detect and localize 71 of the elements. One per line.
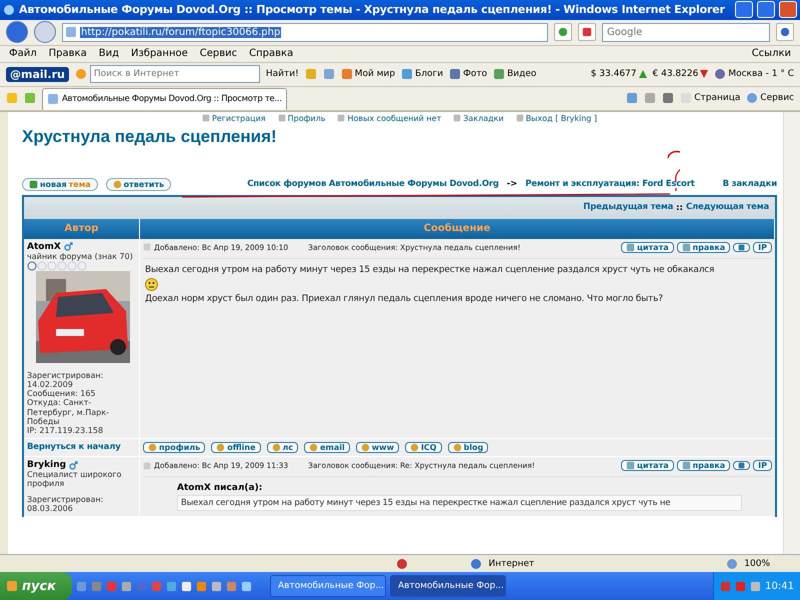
quote-button[interactable]: цитата bbox=[621, 460, 674, 472]
author-name[interactable]: Bryking bbox=[27, 460, 66, 470]
command-button[interactable]: Страница bbox=[680, 92, 740, 104]
nav-separator: :: bbox=[676, 202, 683, 213]
menu-item[interactable]: Правка bbox=[46, 48, 90, 60]
back-to-top-link[interactable]: Вернуться к началу bbox=[27, 442, 136, 453]
mail-logo[interactable]: @mail.ru bbox=[6, 66, 69, 82]
toolbar-item[interactable]: Фото bbox=[449, 68, 488, 80]
bookmark-link[interactable]: В закладки bbox=[722, 178, 777, 190]
zoom-level[interactable]: 100% bbox=[744, 558, 770, 569]
toolbar-item[interactable]: Блоги bbox=[401, 68, 444, 80]
browser-tab[interactable]: Автомобильные Форумы Dovod.Org :: Просмотр те... bbox=[42, 88, 287, 110]
quote-author: AtomX писал(а): bbox=[177, 483, 264, 494]
breadcrumb-separator: -> bbox=[506, 179, 518, 190]
currency-rate: € 43.8226 bbox=[652, 69, 708, 80]
menu-item[interactable]: Файл bbox=[6, 48, 40, 60]
find-button[interactable]: Найти! bbox=[266, 69, 299, 80]
toolbar-item[interactable]: Мой мир bbox=[340, 68, 396, 80]
top-link[interactable]: Регистрация bbox=[202, 114, 266, 123]
taskbar-window[interactable]: Автомобильные Фор... bbox=[390, 575, 506, 597]
user-info: Откуда: Санкт-Петербург, м.Парк-Победы bbox=[27, 398, 110, 426]
web-search-field[interactable]: Поиск в Интернет bbox=[90, 65, 260, 84]
taskbar-window[interactable]: Автомобильные Фор... bbox=[270, 575, 386, 597]
top-link[interactable]: Профиль bbox=[278, 114, 326, 123]
weather-item[interactable]: Москва - 1 ° C bbox=[714, 68, 794, 80]
command-button[interactable]: Сервис bbox=[746, 92, 794, 104]
menu-item[interactable]: Справка bbox=[246, 48, 296, 60]
user-info: IP: 217.119.23.158 bbox=[27, 426, 104, 436]
links-label[interactable]: Ссылки bbox=[748, 48, 794, 60]
top-link[interactable]: Выход [ Bryking ] bbox=[516, 114, 598, 123]
reply-button[interactable]: ответить bbox=[106, 178, 172, 191]
menu-item[interactable]: Вид bbox=[96, 48, 122, 60]
security-zone: Интернет bbox=[488, 558, 534, 569]
ip-button[interactable]: IP bbox=[753, 242, 772, 253]
profile-button[interactable]: профиль bbox=[143, 442, 206, 454]
profile-button[interactable]: email bbox=[304, 442, 350, 454]
breadcrumb-link[interactable]: Список форумов Автомобильные Форумы Dovod.Org bbox=[247, 178, 499, 190]
next-topic-link[interactable]: Следующая тема bbox=[686, 202, 769, 213]
post-text: Доехал норм хруст был один раз. Приехал глянул педаль сцепления вроде ничего не сломано. Что могло быть? bbox=[145, 294, 664, 304]
user-info: Зарегистрирован: 08.03.2006 bbox=[27, 494, 104, 513]
menu-item[interactable]: Избранное bbox=[128, 48, 191, 60]
new-topic-button[interactable]: новая тема bbox=[22, 178, 98, 191]
profile-button[interactable]: лс bbox=[266, 442, 298, 454]
profile-button[interactable]: blog bbox=[448, 442, 488, 454]
previous-topic-link[interactable]: Предыдущая тема bbox=[583, 202, 674, 213]
top-link[interactable]: Закладки bbox=[453, 114, 504, 123]
toolbar-item[interactable]: Видео bbox=[493, 68, 536, 80]
top-link[interactable]: Новых сообщений нет bbox=[337, 114, 442, 123]
edit-button[interactable]: правка bbox=[676, 242, 730, 253]
start-button[interactable]: пуск bbox=[0, 572, 72, 600]
edit-button[interactable]: правка bbox=[676, 460, 730, 472]
search-field[interactable]: Google bbox=[602, 22, 770, 42]
window-title: Автомобильные Форумы Dovod.Org :: Просмотр темы - Хрустнула педаль сцепления! - Windows Internet Explorer bbox=[19, 3, 726, 16]
ip-button[interactable]: IP bbox=[753, 460, 772, 472]
author-name[interactable]: AtomX bbox=[27, 242, 61, 252]
profile-button[interactable]: offline bbox=[211, 442, 261, 454]
breadcrumb-link[interactable]: Ремонт и эксплуатация: Ford Escort bbox=[525, 178, 695, 190]
topic-title: Хрустнула педаль сцепления! bbox=[22, 126, 278, 147]
user-info: Зарегистрирован: 14.02.2009 bbox=[27, 370, 104, 390]
menu-item[interactable]: Сервис bbox=[196, 48, 240, 60]
clock: 10:41 bbox=[765, 580, 794, 592]
quote-button[interactable]: цитата bbox=[621, 242, 674, 253]
profile-button[interactable]: www bbox=[356, 442, 399, 454]
address-field[interactable]: http://pokatili.ru/forum/ftopic30066.php bbox=[62, 22, 548, 42]
user-rank: Специалист широкого профиля bbox=[27, 470, 123, 489]
currency-rate: $ 33.4677 bbox=[590, 69, 646, 80]
user-rank: чайник форума (знак 70) bbox=[27, 252, 134, 261]
post-text: Выехал сегодня утром на работу минут через 15 езды на перекрестке нажал сцепление раздался хруст чуть не обкакался bbox=[145, 264, 716, 275]
profile-button[interactable]: ICQ bbox=[404, 442, 442, 454]
quote-text: Выехал сегодня утром на работу минут через 15 езды на перекрестке нажал сцепление раздался хруст чуть не bbox=[177, 495, 742, 512]
user-info: Сообщения: 165 bbox=[27, 389, 97, 398]
